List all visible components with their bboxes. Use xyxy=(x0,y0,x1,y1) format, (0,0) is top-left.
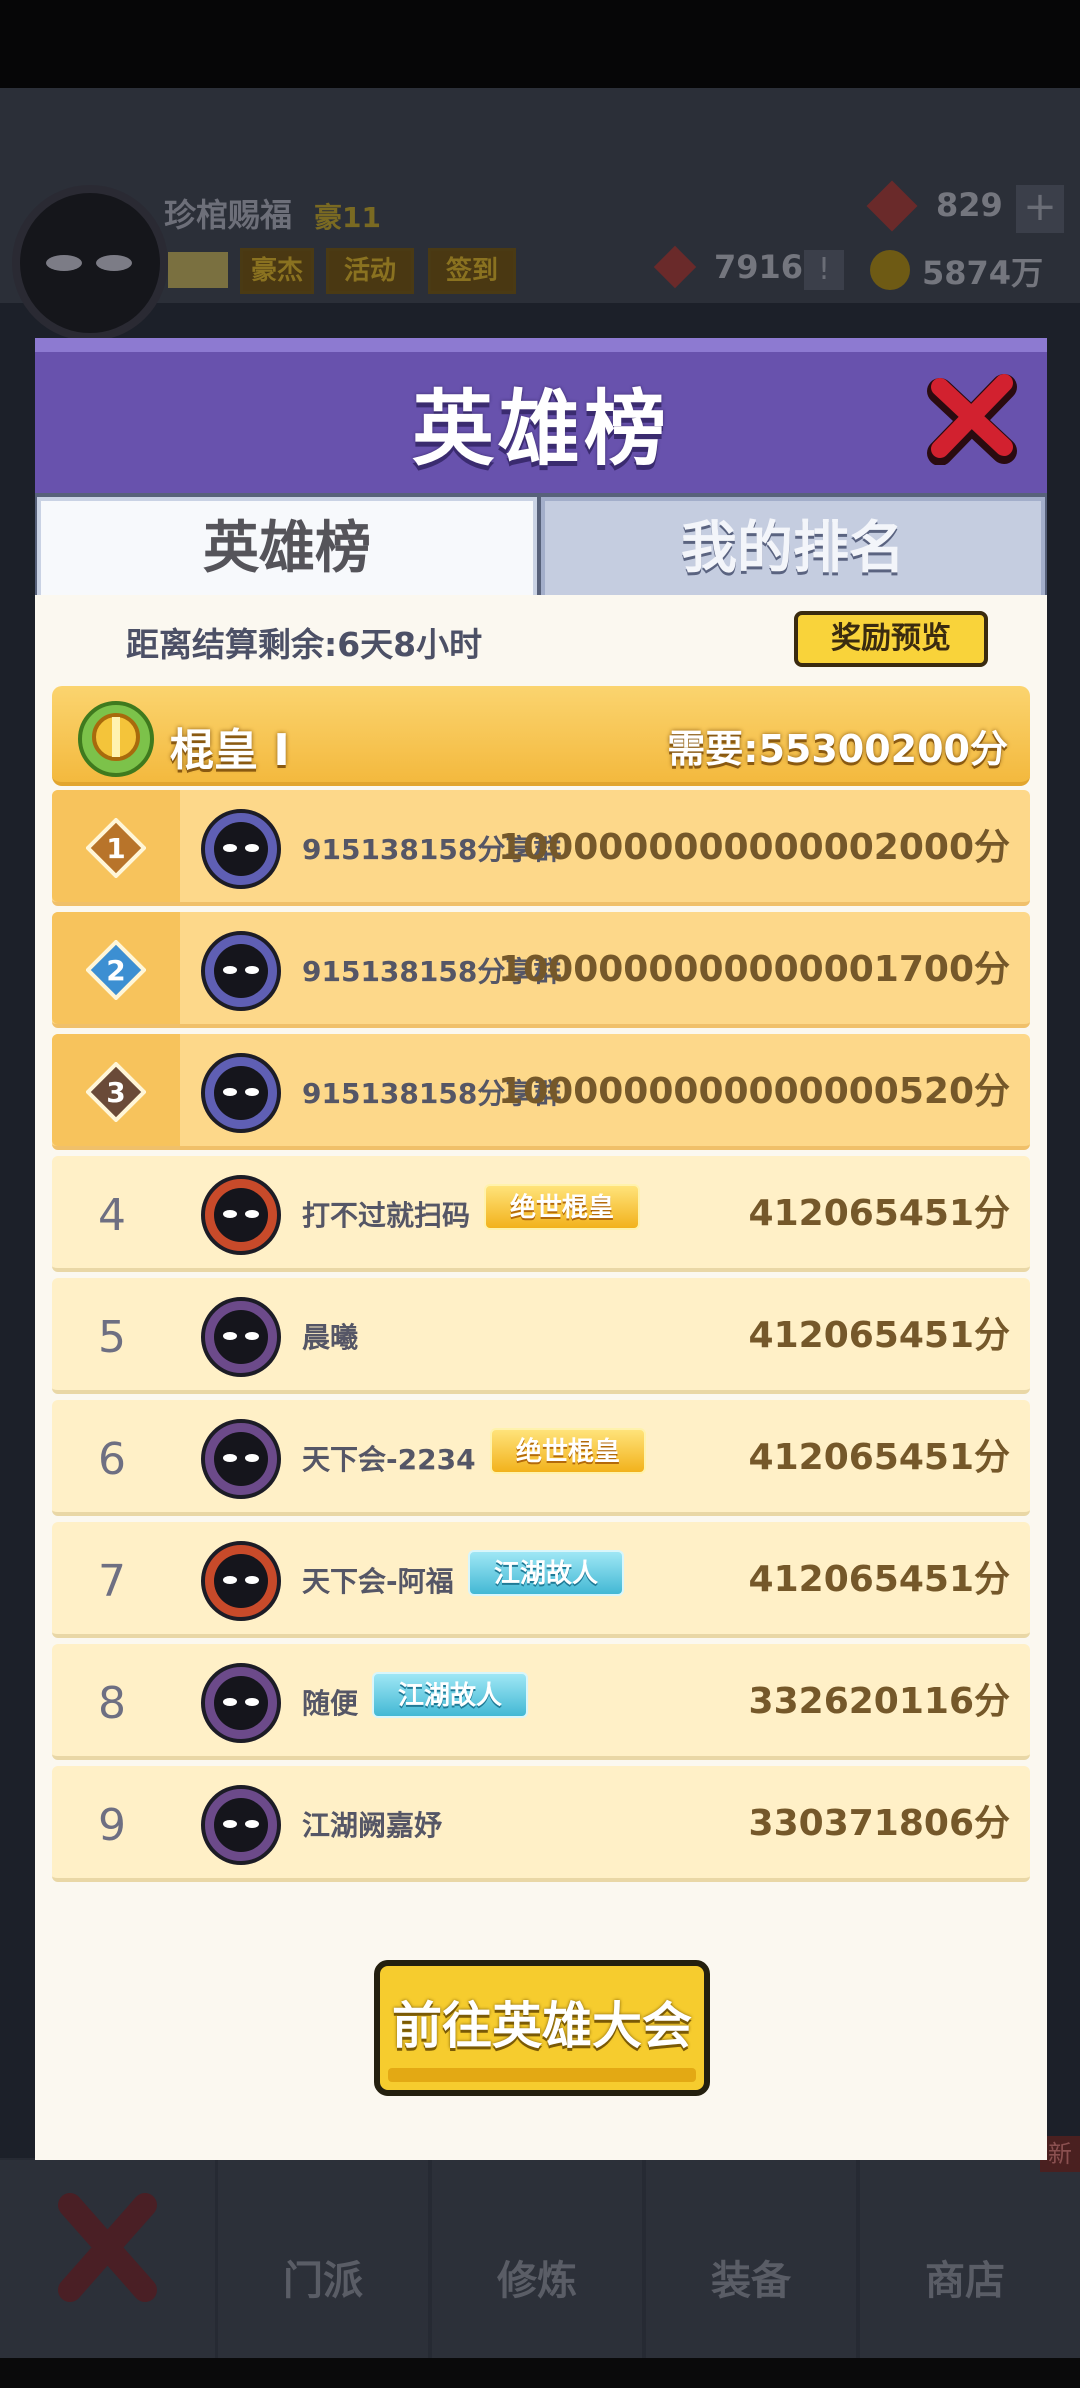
reward-preview-button[interactable]: 奖励预览 xyxy=(794,611,988,667)
hud-button-activity: 活动 xyxy=(326,248,414,294)
hud-player-name: 珍棺赐福 xyxy=(164,196,293,234)
rank-number: 9 xyxy=(98,1800,126,1851)
token-count: 7916 xyxy=(714,248,804,286)
tab-hero-ranking[interactable]: 英雄榜 xyxy=(37,497,537,595)
player-title-badge: 江湖故人 xyxy=(468,1550,625,1596)
player-avatar xyxy=(12,185,168,341)
rank-medal-icon: 1 xyxy=(86,818,146,878)
coin-icon xyxy=(870,250,910,290)
rank-number: 3 xyxy=(106,1076,125,1109)
player-name: 江湖阙嘉妤 xyxy=(302,1809,443,1842)
rank-number: 7 xyxy=(98,1556,126,1607)
nav-label-sect: 门派 xyxy=(283,2258,363,2304)
alert-icon: ! xyxy=(804,250,844,290)
tier-requirement: 需要:55300200分 xyxy=(667,727,1008,771)
ranking-row[interactable]: 6 天下会-2234 绝世棍皇 412065451分 xyxy=(52,1400,1030,1516)
player-avatar-icon xyxy=(201,931,281,1011)
rank-number: 5 xyxy=(98,1312,126,1363)
nav-label-equipment: 装备 xyxy=(711,2258,791,2304)
modal-header-highlight xyxy=(35,338,1047,352)
ranking-row[interactable]: 5 晨曦 412065451分 xyxy=(52,1278,1030,1394)
nav-label-training: 修炼 xyxy=(497,2258,577,2304)
close-icon xyxy=(927,374,1017,466)
rank-number: 6 xyxy=(98,1434,126,1485)
close-icon xyxy=(58,2193,157,2302)
rank-number: 1 xyxy=(106,832,125,865)
player-score: 412065451分 xyxy=(748,1559,1010,1600)
settlement-countdown: 距离结算剩余:6天8小时 xyxy=(126,625,483,664)
tier-name: 棍皇 I xyxy=(170,725,290,776)
status-bar-area xyxy=(0,0,1080,88)
player-avatar-icon xyxy=(201,1663,281,1743)
player-avatar-icon xyxy=(201,1419,281,1499)
hud-button-heroes: 豪杰 xyxy=(240,248,314,294)
player-name: 打不过就扫码 xyxy=(302,1199,471,1232)
tab-my-ranking[interactable]: 我的排名 xyxy=(541,497,1045,595)
ranking-row[interactable]: 8 随便 江湖故人 332620116分 xyxy=(52,1644,1030,1760)
player-avatar-icon xyxy=(201,1053,281,1133)
rank-medal-icon: 2 xyxy=(86,940,146,1000)
ranking-row[interactable]: 7 天下会-阿福 江湖故人 412065451分 xyxy=(52,1522,1030,1638)
player-score: 412065451分 xyxy=(748,1193,1010,1234)
player-avatar-icon xyxy=(201,809,281,889)
coin-count: 5874万 xyxy=(922,254,1044,292)
player-score: 330371806分 xyxy=(748,1803,1010,1844)
player-avatar-icon xyxy=(201,1541,281,1621)
ranking-row[interactable]: 2 915138158分享群 1000000000000001700分 xyxy=(52,912,1030,1028)
player-score: 332620116分 xyxy=(748,1681,1010,1722)
player-avatar-icon xyxy=(201,1175,281,1255)
tier-emblem-icon xyxy=(78,701,154,777)
go-to-hero-conference-button[interactable]: 前往英雄大会 xyxy=(374,1960,710,2096)
add-gems-icon: + xyxy=(1016,185,1064,233)
player-avatar-icon xyxy=(201,1785,281,1865)
nav-close-cell xyxy=(0,2160,215,2360)
modal-title: 英雄榜 xyxy=(411,382,670,477)
close-button[interactable] xyxy=(926,373,1018,466)
player-score: 1000000000000001700分 xyxy=(498,949,1010,990)
player-name: 天下会-2234 xyxy=(302,1443,476,1476)
rank-number: 8 xyxy=(98,1678,126,1729)
player-score: 1000000000000002000分 xyxy=(498,827,1010,868)
mail-icon xyxy=(168,252,228,288)
rank-number: 2 xyxy=(106,954,125,987)
player-title-badge: 江湖故人 xyxy=(372,1672,529,1718)
ranking-row[interactable]: 3 915138158分享群 1000000000000000520分 xyxy=(52,1034,1030,1150)
gem-count: 829 xyxy=(936,186,1003,224)
ranking-row[interactable]: 9 江湖阙嘉妤 330371806分 xyxy=(52,1766,1030,1882)
player-name: 随便 xyxy=(302,1687,359,1720)
player-avatar-icon xyxy=(201,1297,281,1377)
player-title-badge: 绝世棍皇 xyxy=(484,1184,641,1230)
hud-button-checkin: 签到 xyxy=(428,248,516,294)
player-name: 天下会-阿福 xyxy=(302,1565,454,1598)
player-title-badge: 绝世棍皇 xyxy=(490,1428,647,1474)
player-score: 1000000000000000520分 xyxy=(498,1071,1010,1112)
player-score: 412065451分 xyxy=(748,1437,1010,1478)
ranking-row[interactable]: 1 915138158分享群 1000000000000002000分 xyxy=(52,790,1030,906)
rank-number: 4 xyxy=(98,1190,126,1241)
player-score: 412065451分 xyxy=(748,1315,1010,1356)
ranking-row[interactable]: 4 打不过就扫码 绝世棍皇 412065451分 xyxy=(52,1156,1030,1272)
player-name: 晨曦 xyxy=(302,1321,359,1354)
hud-rank-label: 豪11 xyxy=(314,201,381,234)
nav-label-shop: 商店 xyxy=(925,2258,1005,2304)
ranking-list[interactable]: 1 915138158分享群 1000000000000002000分 2 915138… xyxy=(52,790,1030,1920)
rank-medal-icon: 3 xyxy=(86,1062,146,1122)
system-nav-area xyxy=(0,2358,1080,2388)
